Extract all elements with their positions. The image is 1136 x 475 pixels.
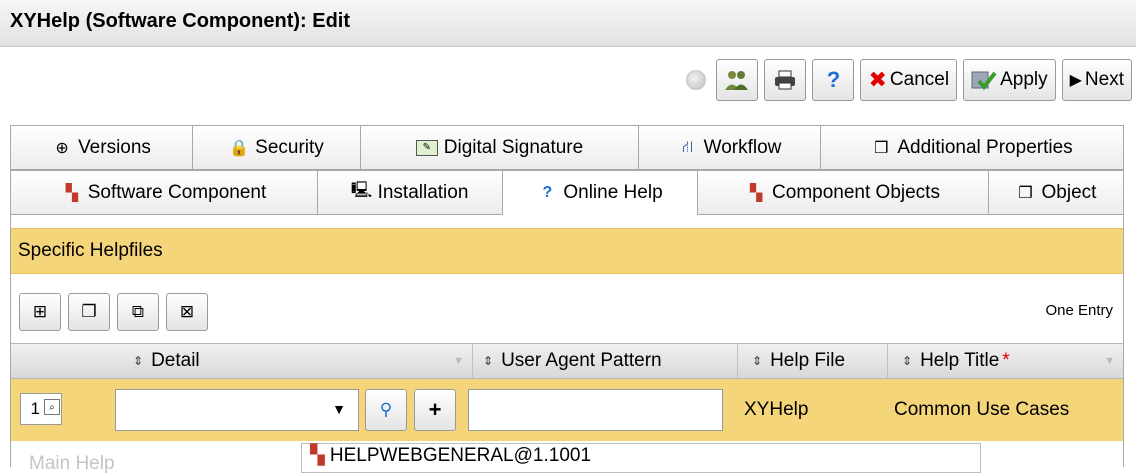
- cube-icon: ❒: [1018, 184, 1033, 202]
- required-marker: *: [1002, 350, 1010, 371]
- users-button[interactable]: [716, 59, 759, 101]
- column-dropdown-icon: ▼: [453, 355, 464, 367]
- main-help-value: HELPWEBGENERAL@1.1001: [329, 445, 592, 466]
- column-header-detail[interactable]: ⇕ Detail ▼: [11, 344, 473, 378]
- online-help-panel: Specific Helpfiles ⊞ ❐ ⧉ ⊠ One Entry ⇕ D…: [10, 215, 1124, 474]
- tab-label: Versions: [78, 136, 151, 158]
- add-row-button[interactable]: ⊞: [19, 293, 61, 331]
- tab-label: Workflow: [703, 136, 782, 158]
- plus-icon: +: [428, 397, 442, 422]
- next-label: Next: [1084, 69, 1124, 90]
- chevron-down-icon[interactable]: ▼: [332, 401, 346, 417]
- tab-online-help[interactable]: ? Online Help: [502, 170, 697, 215]
- entry-count: One Entry: [1045, 302, 1113, 319]
- component-icon: ▚: [65, 184, 78, 202]
- next-button[interactable]: ▶ Next: [1061, 59, 1132, 101]
- sort-icon: ⇕: [133, 354, 144, 368]
- list-toolbar: ⊞ ❐ ⧉ ⊠: [19, 293, 208, 331]
- apply-button[interactable]: Apply: [963, 59, 1056, 101]
- tab-software-component[interactable]: ▚ Software Component: [10, 170, 317, 215]
- tab-row-2: ▚ Software Component 🖳 Installation ? On…: [10, 170, 1124, 215]
- component-icon: ▚: [310, 445, 325, 466]
- user-agent-pattern-input[interactable]: [468, 389, 723, 431]
- cell-help-file: XYHelp: [744, 399, 809, 420]
- tab-label: Component Objects: [772, 181, 940, 203]
- cell-user-agent-pattern: [468, 379, 738, 441]
- tab-label: Digital Signature: [443, 136, 584, 158]
- window-title: XYHelp (Software Component): Edit: [0, 0, 1136, 47]
- print-button[interactable]: [764, 59, 807, 101]
- lock-icon: 🔒: [229, 139, 250, 157]
- column-header-help-title[interactable]: ⇕ Help Title * ▼: [888, 344, 1123, 378]
- search-detail-button[interactable]: ⚲: [365, 389, 407, 431]
- loading-indicator-icon: [686, 70, 707, 90]
- cancel-x-icon: ✖: [868, 67, 887, 92]
- computer-icon: 🖳: [350, 182, 373, 199]
- delete-row-button[interactable]: ⊠: [166, 293, 208, 331]
- main-toolbar: ? ✖ Cancel Apply ▶ Next: [686, 58, 1136, 102]
- apply-label: Apply: [1000, 69, 1048, 90]
- tab-label: Online Help: [563, 182, 663, 203]
- tab-versions[interactable]: ⊕ Versions: [10, 125, 192, 170]
- tab-digital-signature[interactable]: ✎ Digital Signature: [360, 125, 638, 170]
- cancel-label: Cancel: [889, 69, 950, 90]
- add-row-icon: ⊞: [32, 302, 48, 321]
- grid-header: ⇕ Detail ▼ ⇕ User Agent Pattern ⇕ Help F…: [11, 343, 1123, 379]
- tab-label: Software Component: [87, 181, 267, 203]
- column-header-user-agent-pattern[interactable]: ⇕ User Agent Pattern: [473, 344, 738, 378]
- tab-label: Object: [1041, 181, 1097, 203]
- tab-object[interactable]: ❒ Object: [988, 170, 1124, 215]
- tab-row-1: ⊕ Versions 🔒 Security ✎ Digital Signatur…: [10, 125, 1124, 170]
- tab-label: Installation: [377, 181, 469, 203]
- column-label: Help File: [770, 350, 846, 371]
- row-details-icon[interactable]: ⌕: [44, 399, 60, 415]
- table-row: 1 ⌕ ▼ ⚲ + XYHelp Common Use Cases: [11, 379, 1123, 441]
- cell-help-title: Common Use Cases: [894, 399, 1070, 420]
- row-index: 1: [30, 399, 40, 418]
- insert-row-button[interactable]: ⧉: [117, 293, 159, 331]
- add-detail-button[interactable]: +: [414, 389, 456, 431]
- tab-installation[interactable]: 🖳 Installation: [317, 170, 502, 215]
- section-title: Specific Helpfiles: [11, 228, 1123, 274]
- tab-label: Security: [255, 136, 324, 158]
- main-help-label: Main Help: [29, 453, 115, 474]
- next-arrow-icon: ▶: [1069, 72, 1082, 89]
- copy-row-button[interactable]: ❐: [68, 293, 110, 331]
- tab-security[interactable]: 🔒 Security: [192, 125, 360, 170]
- printer-icon: [775, 70, 796, 90]
- help-button[interactable]: ?: [812, 59, 855, 101]
- tab-workflow[interactable]: ⛙ Workflow: [638, 125, 820, 170]
- delete-row-icon: ⊠: [179, 302, 195, 321]
- tab-additional-properties[interactable]: ❒ Additional Properties: [820, 125, 1124, 170]
- help-question-icon: ?: [826, 67, 841, 92]
- workflow-icon: ⛙: [681, 138, 694, 156]
- signature-icon: ✎: [415, 139, 438, 156]
- sort-icon: ⇕: [902, 354, 913, 368]
- tab-label: Additional Properties: [897, 136, 1073, 158]
- question-icon: ?: [542, 184, 553, 201]
- column-label: User Agent Pattern: [501, 350, 662, 371]
- cancel-button[interactable]: ✖ Cancel: [860, 59, 958, 101]
- column-label: Help Title: [920, 350, 1000, 371]
- copy-icon: ❐: [81, 302, 97, 321]
- sort-icon: ⇕: [752, 354, 763, 368]
- tab-component-objects[interactable]: ▚ Component Objects: [697, 170, 988, 215]
- component-objects-icon: ▚: [749, 184, 763, 202]
- detail-select[interactable]: ▼: [115, 389, 359, 431]
- cell-detail: 1 ⌕ ▼ ⚲ +: [11, 379, 468, 441]
- main-help-field[interactable]: ▚ HELPWEBGENERAL@1.1001: [301, 443, 981, 473]
- globe-icon: ⊕: [55, 139, 69, 157]
- users-icon: [725, 71, 749, 90]
- sort-icon: ⇕: [483, 354, 494, 368]
- cube-icon: ❒: [874, 139, 889, 157]
- column-dropdown-icon: ▼: [1104, 355, 1115, 367]
- apply-check-icon: [971, 71, 997, 91]
- column-header-help-file[interactable]: ⇕ Help File: [738, 344, 888, 378]
- column-label: Detail: [151, 350, 200, 371]
- insert-row-icon: ⧉: [131, 302, 145, 321]
- search-icon: ⚲: [379, 400, 393, 419]
